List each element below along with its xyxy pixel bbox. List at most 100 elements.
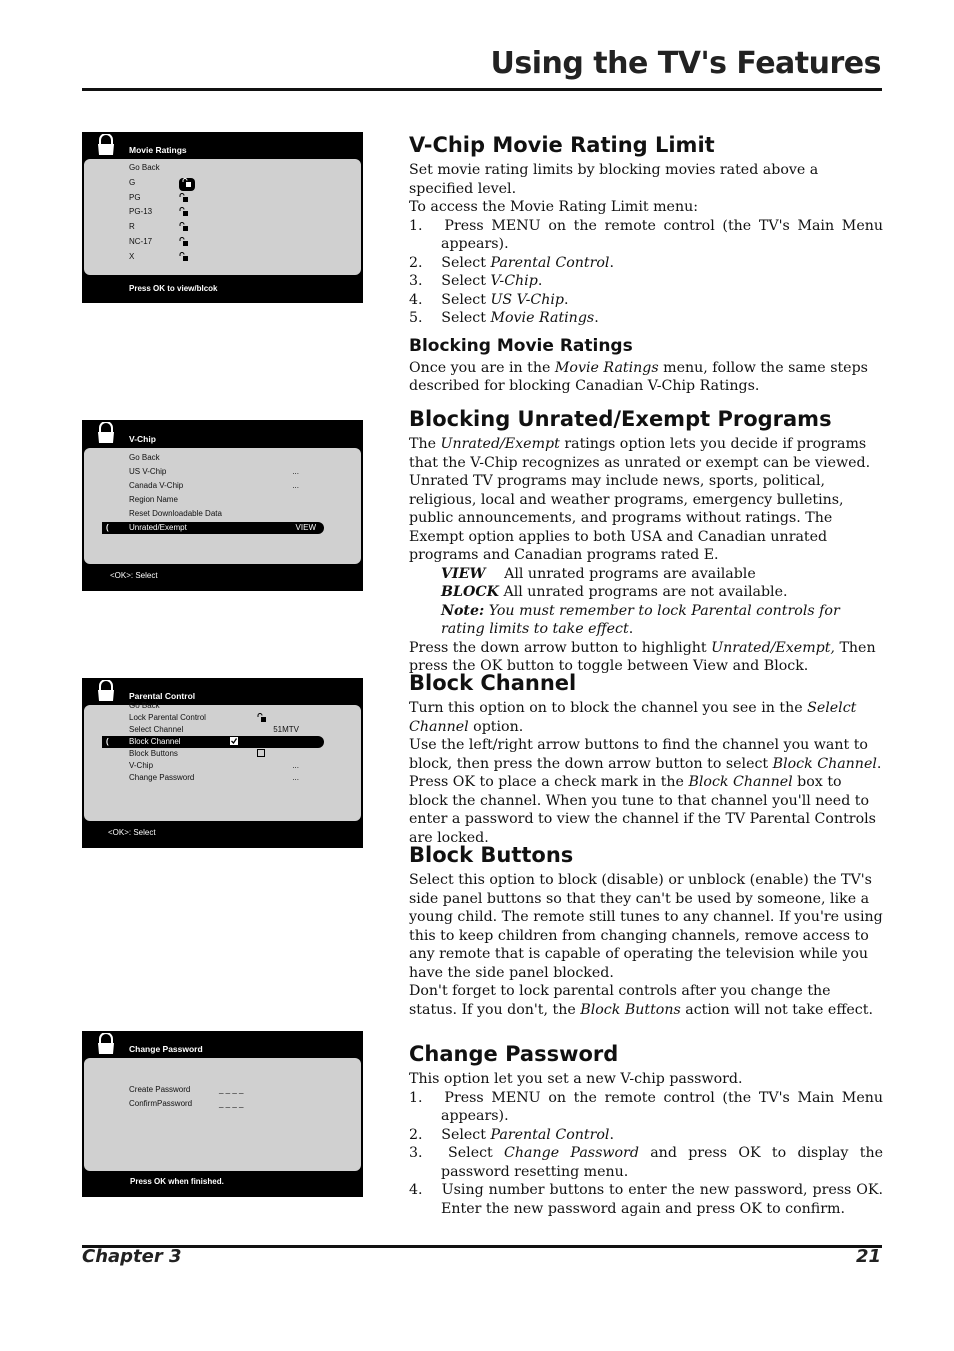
text-run: Once you are in the [409,359,555,376]
change-password-screen: Change Password Create Password _ _ _ _ Con… [82,1031,363,1197]
italic-text: Unrated/Exempt, [711,639,835,656]
italic-text: Movie Ratings [490,310,595,326]
menu-item-label: Block Buttons [129,749,178,758]
menu-item-label: ConfirmPassword [129,1099,193,1108]
padlock-logo-icon [96,421,116,444]
menu-item[interactable]: PG [129,192,299,204]
lock-open-icon [179,177,195,191]
menu-item-label: Create Password [129,1085,191,1094]
menu-item[interactable]: PG-13 [129,206,299,218]
italic-text: Movie Ratings [554,359,659,376]
subsection-heading: Blocking Movie Ratings [409,335,633,356]
section-heading: Change Password [409,1042,619,1066]
section-change-password: Change Password This option let you set a… [409,1042,883,1218]
menu-item[interactable]: Change Password... [129,772,299,784]
menu-panel [84,1058,361,1171]
menu-item-label: US V-Chip [129,467,167,476]
text-run: This option let you set a new V-chip pas… [409,1071,743,1087]
italic-text: Parental Control [490,1126,610,1143]
menu-item-value: _ _ _ _ [219,1099,244,1108]
text-run: Press the down arrow button to highlight [409,639,712,656]
paragraph: Use the left/right arrow buttons to find… [409,736,883,847]
menu-item[interactable]: Lock Parental Control [129,712,299,724]
menu-item[interactable]: G [129,177,299,191]
paragraph: 1. Press MENU on the remote control (the… [409,1089,883,1126]
paragraph: Once you are in the Movie Ratings menu, … [409,359,883,396]
text-run: . [564,291,569,308]
screen-title: V-Chip [129,434,156,444]
italic-text: Block Channel [772,755,877,772]
paragraph: 5. Select Movie Ratings. [409,309,883,328]
text-run: Set movie rating limits by blocking movi… [409,162,819,197]
menu-item-label: Lock Parental Control [129,713,206,722]
menu-item[interactable]: Go Back [129,162,299,174]
menu-item[interactable]: Go Back [129,452,299,464]
italic-text: US V-Chip [490,291,564,308]
menu-item-label: Go Back [129,701,160,710]
paragraph: 1. Press MENU on the remote control (the… [409,217,883,254]
paragraph: 2. Select Parental Control. [409,254,883,273]
screen-footer-hint: Press OK to view/blcok [129,284,218,293]
menu-item[interactable]: Create Password _ _ _ _ [129,1084,299,1096]
paragraph: This option let you set a new V-chip pas… [409,1070,883,1089]
text-run: 2. Select [409,254,491,271]
menu-item[interactable]: ConfirmPassword _ _ _ _ [129,1098,299,1110]
bold-term: Note: [441,602,485,619]
text-run: . [594,310,599,326]
menu-item[interactable]: R [129,221,299,233]
menu-item[interactable]: Reset Downloadable Data [129,508,299,520]
lock-open-icon [179,251,189,265]
italic-text: V-Chip [490,273,538,289]
menu-item-label: Select Channel [129,725,184,734]
menu-item[interactable]: Go Back [129,700,299,712]
menu-item[interactable]: Select Channel 51MTV [129,724,299,736]
menu-item-value: 51MTV [273,725,299,734]
section-heading: Block Channel [409,671,577,695]
manual-page: { "header":{"title":"Using the TV's Feat… [0,0,954,1351]
menu-item[interactable]: (Unrated/Exempt VIEW [102,522,324,534]
vchip-screen: V-Chip Go Back US V-Chip... Canada V-Chip..… [82,420,363,591]
chapter-label: Chapter 3 [82,1246,182,1267]
text-run: The [409,436,441,452]
selection-marker-icon: ( [106,523,109,532]
lock-open-icon [179,192,189,206]
menu-item[interactable]: (Block Channel [102,736,324,748]
menu-item[interactable]: NC-17 [129,236,299,248]
text-run: 3. Select [409,273,491,289]
section-heading: Block Buttons [409,843,574,867]
paragraph: Turn this option on to block the channel… [409,699,883,736]
paragraph: Press the down arrow button to highlight… [409,639,883,676]
menu-item[interactable]: Block Buttons [129,748,299,760]
menu-item-value: ... [292,467,299,476]
paragraph: 4. Using number buttons to enter the new… [409,1181,883,1218]
text-run: 3. Select [409,1145,505,1161]
italic-text: Parental Control [490,254,610,271]
screen-footer-hint: Press OK when finished. [130,1177,224,1186]
header-rule [82,88,882,91]
menu-item[interactable]: Canada V-Chip... [129,480,299,492]
menu-item-label: X [129,251,135,261]
section-block-channel: Block Channel Turn this option on to bloc… [409,671,883,847]
section-vchip-movie-rating: V-Chip Movie Rating Limit Set movie ratin… [409,133,883,396]
menu-item-label: Region Name [129,495,178,504]
text-run: Turn this option on to block the channel… [409,700,808,716]
menu-item-label: Go Back [129,453,160,462]
menu-item-label: Unrated/Exempt [129,523,187,532]
menu-item[interactable]: V-Chip... [129,760,299,772]
text-run: To access the Movie Rating Limit menu: [409,199,699,215]
lock-open-icon [179,222,189,235]
text-run: action will not take effect. [680,1001,873,1018]
menu-item[interactable]: X [129,251,299,263]
text-run: All unrated programs are available [485,565,756,582]
italic-text: You must remember to lock Parental contr… [441,602,840,638]
padlock-logo-icon [96,679,116,702]
footer-rule [82,1245,882,1248]
section-block-buttons: Block Buttons Select this option to block… [409,843,883,1019]
menu-item[interactable]: US V-Chip... [129,466,299,478]
menu-item-label: NC-17 [129,237,153,246]
paragraph: 4. Select US V-Chip. [409,291,883,310]
menu-item[interactable]: Region Name [129,494,299,506]
paragraph: Don't forget to lock parental controls a… [409,982,883,1019]
text-run: 1. Press MENU on the remote control (the… [409,217,883,253]
paragraph: Select this option to block (disable) or… [409,871,883,982]
